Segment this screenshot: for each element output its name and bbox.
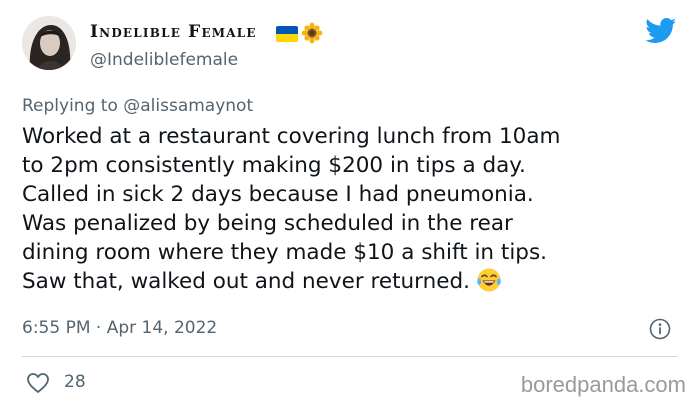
sunflower-icon [301,22,323,44]
like-count: 28 [64,372,86,392]
tweet-line: Saw that, walked out and never returned. [22,269,470,294]
author-handle[interactable]: @Indeliblefemale [90,50,238,70]
tweet-text: Worked at a restaurant covering lunch fr… [22,122,687,296]
heart-icon[interactable] [26,372,50,394]
watermark: boredpanda.com [520,372,686,397]
info-icon[interactable] [649,318,671,340]
tweet-line: Called in sick 2 days because I had pneu… [22,182,534,207]
face-with-tears-of-joy-icon [477,268,501,292]
reply-prefix: Replying to [22,96,118,116]
twitter-bird-icon[interactable] [645,18,677,44]
reply-context: Replying to @alissamaynot [22,96,253,116]
avatar-photo [22,16,76,70]
tweet-line: Worked at a restaurant covering lunch fr… [22,124,561,149]
tweet-line: Was penalized by being scheduled in the … [22,211,513,236]
tweet-last-line: Saw that, walked out and never returned. [22,267,687,296]
ukraine-flag-icon [276,26,298,42]
tweet-line: dining room where they made $10 a shift … [22,240,547,265]
avatar[interactable] [22,16,76,70]
author-display-name[interactable]: Indelible Female [90,22,257,42]
reply-to-handle-link[interactable]: @alissamaynot [123,96,253,116]
tweet-line: to 2pm consistently making $200 in tips … [22,153,526,178]
divider [22,356,678,357]
tweet-timestamp[interactable]: 6:55 PM · Apr 14, 2022 [22,318,217,338]
